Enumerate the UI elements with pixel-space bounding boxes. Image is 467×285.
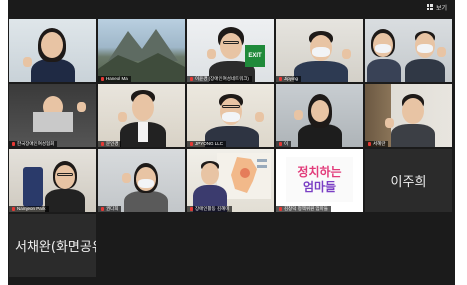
- sign-line-2: 엄마들: [302, 179, 337, 194]
- participant-tile[interactable]: 한국장애인여성협회: [9, 84, 96, 147]
- mic-muted-icon: [368, 141, 371, 146]
- grid-view-icon: [426, 4, 433, 10]
- participant-name: 서혜란: [365, 141, 389, 147]
- video-conference-window: 보기 Haneol Ma EXIT 이윤경 (장애인여성네트워크) Jipyin…: [8, 0, 455, 285]
- held-jacket: [23, 167, 43, 207]
- mic-muted-icon: [279, 206, 282, 211]
- participant-name: 이윤경 (장애인여성네트워크): [187, 76, 252, 82]
- mic-muted-icon: [101, 76, 104, 81]
- placard: [33, 112, 73, 132]
- participant-name-display: 이주희: [390, 175, 427, 190]
- exit-sign: EXIT: [245, 45, 265, 67]
- participant-tile[interactable]: 정치하는 엄마들 김창덕 정책위원 엄마들: [276, 149, 363, 212]
- participant-name: Haneol Ma: [98, 76, 131, 82]
- participant-name: 장애인활동 김혜미: [187, 206, 233, 212]
- sign-image: 정치하는 엄마들: [286, 157, 353, 202]
- participant-name: JPYONG LLC: [187, 141, 227, 147]
- participant-name: 김창덕 정책위원 엄마들: [276, 206, 331, 212]
- mic-muted-icon: [101, 141, 104, 146]
- mic-muted-icon: [190, 76, 193, 81]
- participant-grid: Haneol Ma EXIT 이윤경 (장애인여성네트워크) Jipying 한…: [9, 19, 452, 277]
- participant-name: 권다희: [98, 206, 122, 212]
- sign-line-1: 정치하는: [297, 164, 342, 179]
- participant-tile[interactable]: [365, 19, 452, 82]
- participant-name: 한국장애인여성협회: [9, 141, 58, 147]
- participant-tile[interactable]: 장애인활동 김혜미: [187, 149, 274, 212]
- participant-name: Jipying: [276, 76, 302, 82]
- mic-muted-icon: [12, 206, 15, 211]
- participant-tile[interactable]: 이주희: [365, 149, 452, 212]
- participant-tile[interactable]: Namjeon Park: [9, 149, 96, 212]
- participant-name: Namjeon Park: [9, 206, 49, 212]
- participant-tile[interactable]: 서혜란: [365, 84, 452, 147]
- view-label: 보기: [435, 5, 447, 12]
- view-toggle-button[interactable]: 보기: [426, 3, 447, 12]
- participant-tile[interactable]: JPYONG LLC: [187, 84, 274, 147]
- participant-tile[interactable]: [9, 19, 96, 82]
- participant-tile[interactable]: 문인경: [98, 84, 185, 147]
- mic-muted-icon: [279, 76, 282, 81]
- participant-tile[interactable]: 서채완(화면공유용: [9, 214, 96, 277]
- participant-name: 이: [276, 141, 292, 147]
- participant-name-display: 서채완(화면공유용: [15, 240, 96, 255]
- mic-muted-icon: [12, 141, 15, 146]
- mic-muted-icon: [190, 206, 193, 211]
- mic-muted-icon: [190, 141, 193, 146]
- participant-tile[interactable]: Jipying: [276, 19, 363, 82]
- participant-name: 문인경: [98, 141, 122, 147]
- participant-tile[interactable]: 이: [276, 84, 363, 147]
- top-bar: 보기: [8, 0, 455, 14]
- mountain-background: [98, 29, 185, 82]
- mic-muted-icon: [279, 141, 282, 146]
- participant-tile[interactable]: 권다희: [98, 149, 185, 212]
- participant-tile[interactable]: Haneol Ma: [98, 19, 185, 82]
- participant-tile[interactable]: EXIT 이윤경 (장애인여성네트워크): [187, 19, 274, 82]
- mic-muted-icon: [101, 206, 104, 211]
